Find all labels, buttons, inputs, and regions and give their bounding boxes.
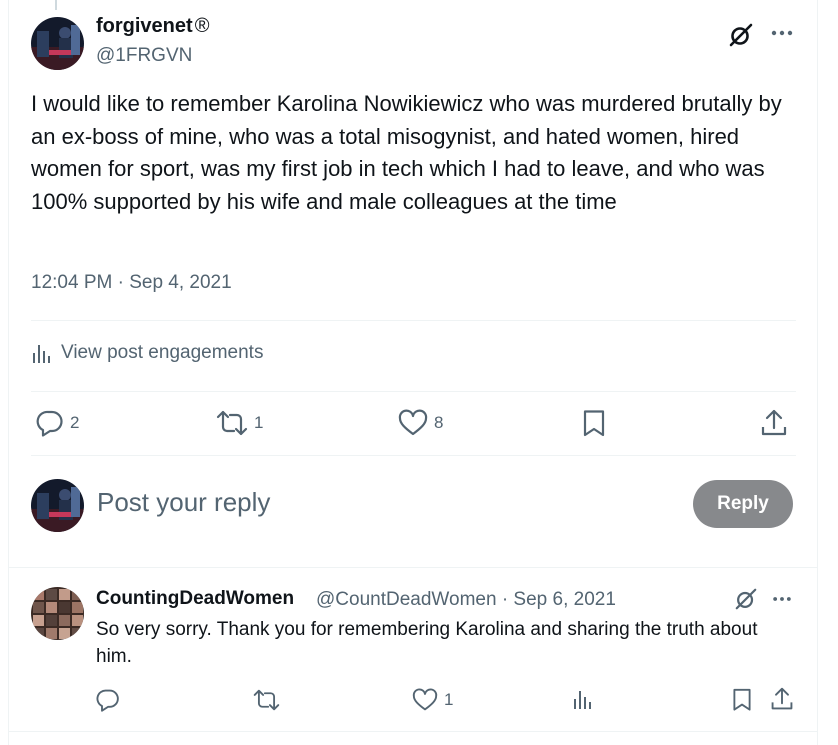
author-avatar[interactable] (31, 17, 84, 70)
grok-icon[interactable] (728, 22, 754, 48)
like-icon (398, 409, 428, 436)
repost-action[interactable]: 1 (216, 409, 263, 437)
reply-text: So very sorry. Thank you for remembering… (96, 619, 758, 667)
post-text: I would like to remember Karolina Nowiki… (31, 91, 782, 214)
author-name[interactable]: forgivenet ® (96, 15, 209, 38)
view-engagements-link[interactable]: View post engagements (31, 342, 263, 364)
repost-icon[interactable] (253, 688, 280, 712)
reply-input[interactable]: Post your reply (97, 487, 270, 518)
timeline-border-left (8, 0, 9, 745)
timeline-border-right (817, 0, 818, 745)
reply-submit-button[interactable]: Reply (693, 480, 793, 528)
view-engagements-label: View post engagements (61, 342, 264, 363)
reply-author-name[interactable]: CountingDeadWomen (96, 588, 294, 610)
bookmark-icon[interactable] (581, 409, 607, 437)
reply-icon (36, 410, 63, 437)
current-user-avatar[interactable] (31, 479, 84, 532)
reply-action[interactable]: 2 (36, 409, 79, 437)
divider (31, 455, 796, 456)
share-icon[interactable] (770, 686, 794, 712)
reply-count: 2 (70, 413, 80, 432)
repost-icon (216, 410, 248, 436)
repost-count: 1 (254, 413, 264, 432)
like-icon (412, 688, 438, 711)
author-handle[interactable]: @1FRGVN (96, 45, 192, 67)
analytics-icon[interactable] (572, 688, 592, 710)
reply-icon[interactable] (96, 688, 120, 712)
divider (31, 391, 796, 392)
share-icon[interactable] (760, 408, 788, 438)
divider (9, 731, 817, 732)
like-action[interactable]: 1 (412, 688, 453, 712)
reply-date[interactable]: Sep 6, 2021 (513, 589, 615, 610)
reply-author-handle[interactable]: @CountDeadWomen (316, 589, 497, 610)
analytics-icon (33, 345, 50, 363)
post-timestamp[interactable]: 12:04 PM · Sep 4, 2021 (31, 272, 232, 294)
meta-separator: · (501, 589, 509, 610)
more-icon[interactable] (770, 26, 794, 40)
reply-author-avatar[interactable] (31, 587, 84, 640)
registered-badge: ® (194, 15, 210, 37)
grok-icon[interactable] (734, 587, 758, 611)
divider (31, 320, 796, 321)
thread-connector-line (55, 0, 57, 10)
like-count: 8 (434, 413, 444, 432)
divider (9, 567, 817, 568)
bookmark-icon[interactable] (731, 687, 753, 712)
reply-meta: @CountDeadWomen · Sep 6, 2021 (316, 589, 616, 611)
like-action[interactable]: 8 (398, 409, 443, 437)
more-icon[interactable] (771, 593, 793, 605)
like-count: 1 (444, 690, 454, 709)
